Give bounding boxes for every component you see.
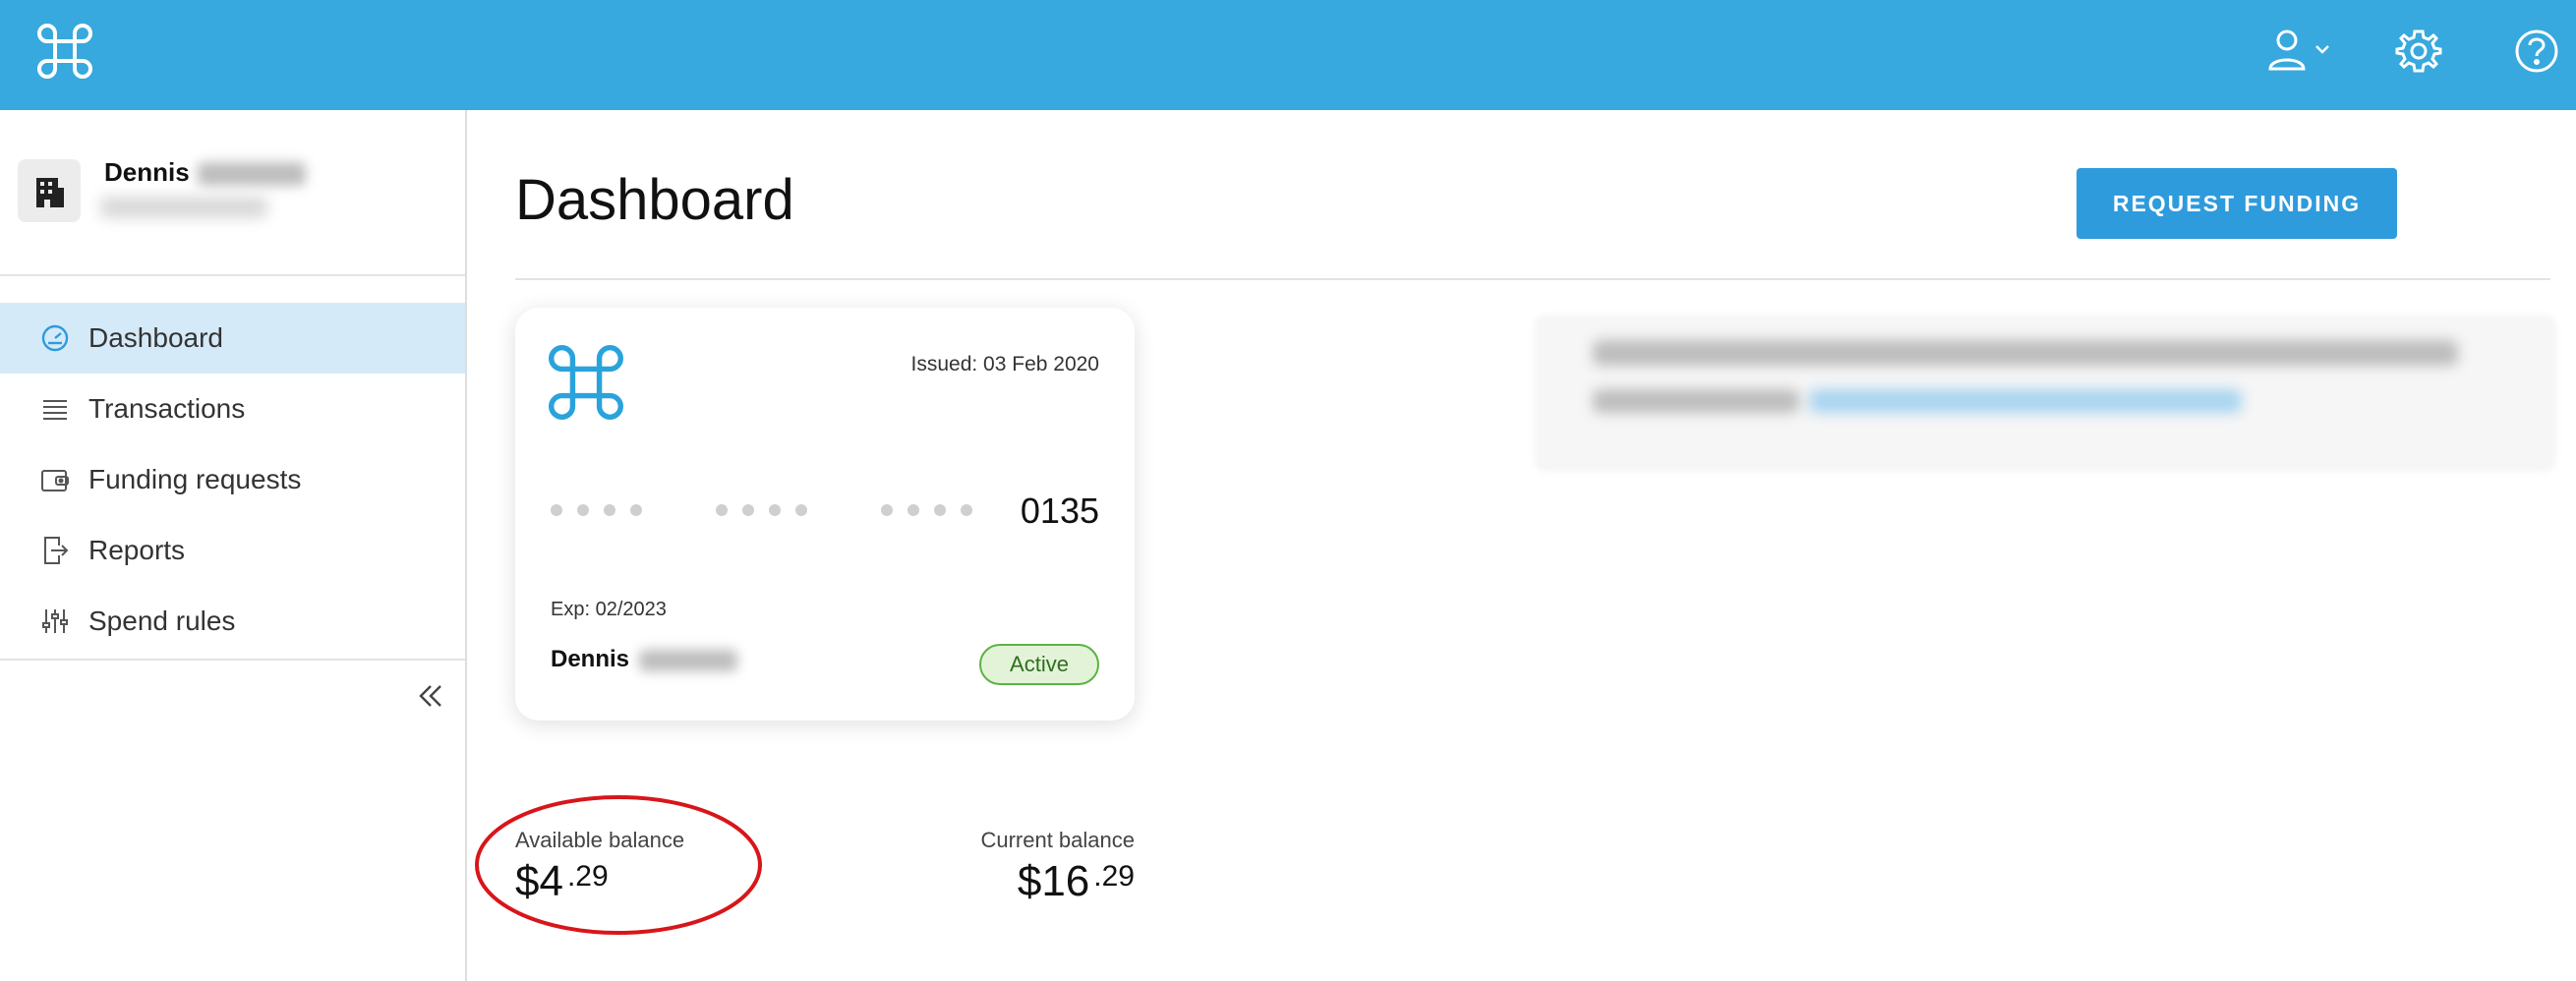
sidebar-item-label: Funding requests xyxy=(88,464,302,494)
sidebar: Dennis Dashboard Transactions Funding re… xyxy=(0,110,467,981)
report-export-icon xyxy=(39,535,71,566)
highlight-annotation xyxy=(475,795,762,935)
wallet-icon xyxy=(39,464,71,495)
page-title: Dashboard xyxy=(515,168,794,232)
divider xyxy=(0,659,465,661)
sidebar-item-transactions[interactable]: Transactions xyxy=(0,374,465,444)
sidebar-item-label: Transactions xyxy=(88,393,246,424)
sliders-icon xyxy=(39,606,71,637)
sidebar-item-funding-requests[interactable]: Funding requests xyxy=(0,444,465,515)
list-icon xyxy=(39,393,71,425)
command-logo-icon xyxy=(549,345,623,420)
sidebar-item-label: Reports xyxy=(88,535,186,565)
sidebar-item-spend-rules[interactable]: Spend rules xyxy=(0,586,465,657)
status-badge: Active xyxy=(979,644,1099,685)
sidebar-item-reports[interactable]: Reports xyxy=(0,515,465,586)
top-bar xyxy=(0,0,2576,110)
redacted-info-banner xyxy=(1534,315,2556,472)
card-holder-name: Dennis xyxy=(551,646,738,673)
divider xyxy=(515,278,2550,280)
card-last-four: 0135 xyxy=(1020,490,1099,531)
sidebar-item-label: Spend rules xyxy=(88,606,236,636)
payment-card[interactable]: Issued: 03 Feb 2020 0135 Exp: 02/2023 De… xyxy=(515,308,1135,721)
sidebar-item-dashboard[interactable]: Dashboard xyxy=(0,303,465,374)
redacted-surname xyxy=(197,162,306,187)
gear-icon[interactable] xyxy=(2395,28,2442,75)
user-icon xyxy=(2267,28,2307,76)
sidebar-nav: Dashboard Transactions Funding requests xyxy=(0,303,465,657)
building-icon xyxy=(18,159,81,222)
card-expiry: Exp: 02/2023 xyxy=(551,599,667,620)
org-name: Dennis xyxy=(104,157,306,188)
command-logo-icon[interactable] xyxy=(37,24,92,79)
divider xyxy=(0,274,465,276)
card-issued-date: Issued: 03 Feb 2020 xyxy=(910,353,1099,375)
speedometer-icon xyxy=(39,322,71,354)
user-menu-button[interactable] xyxy=(2267,28,2336,75)
masked-card-number xyxy=(551,504,1046,516)
redacted-surname xyxy=(639,649,738,671)
current-balance-label: Current balance xyxy=(980,828,1135,852)
current-balance-value: $16.29 xyxy=(1017,857,1135,905)
help-icon[interactable] xyxy=(2513,28,2560,75)
redacted-org-subtitle xyxy=(100,197,267,218)
request-funding-button[interactable]: REQUEST FUNDING xyxy=(2077,168,2397,239)
collapse-sidebar-icon[interactable] xyxy=(413,678,448,714)
chevron-down-icon xyxy=(2314,42,2330,60)
sidebar-item-label: Dashboard xyxy=(88,322,223,353)
